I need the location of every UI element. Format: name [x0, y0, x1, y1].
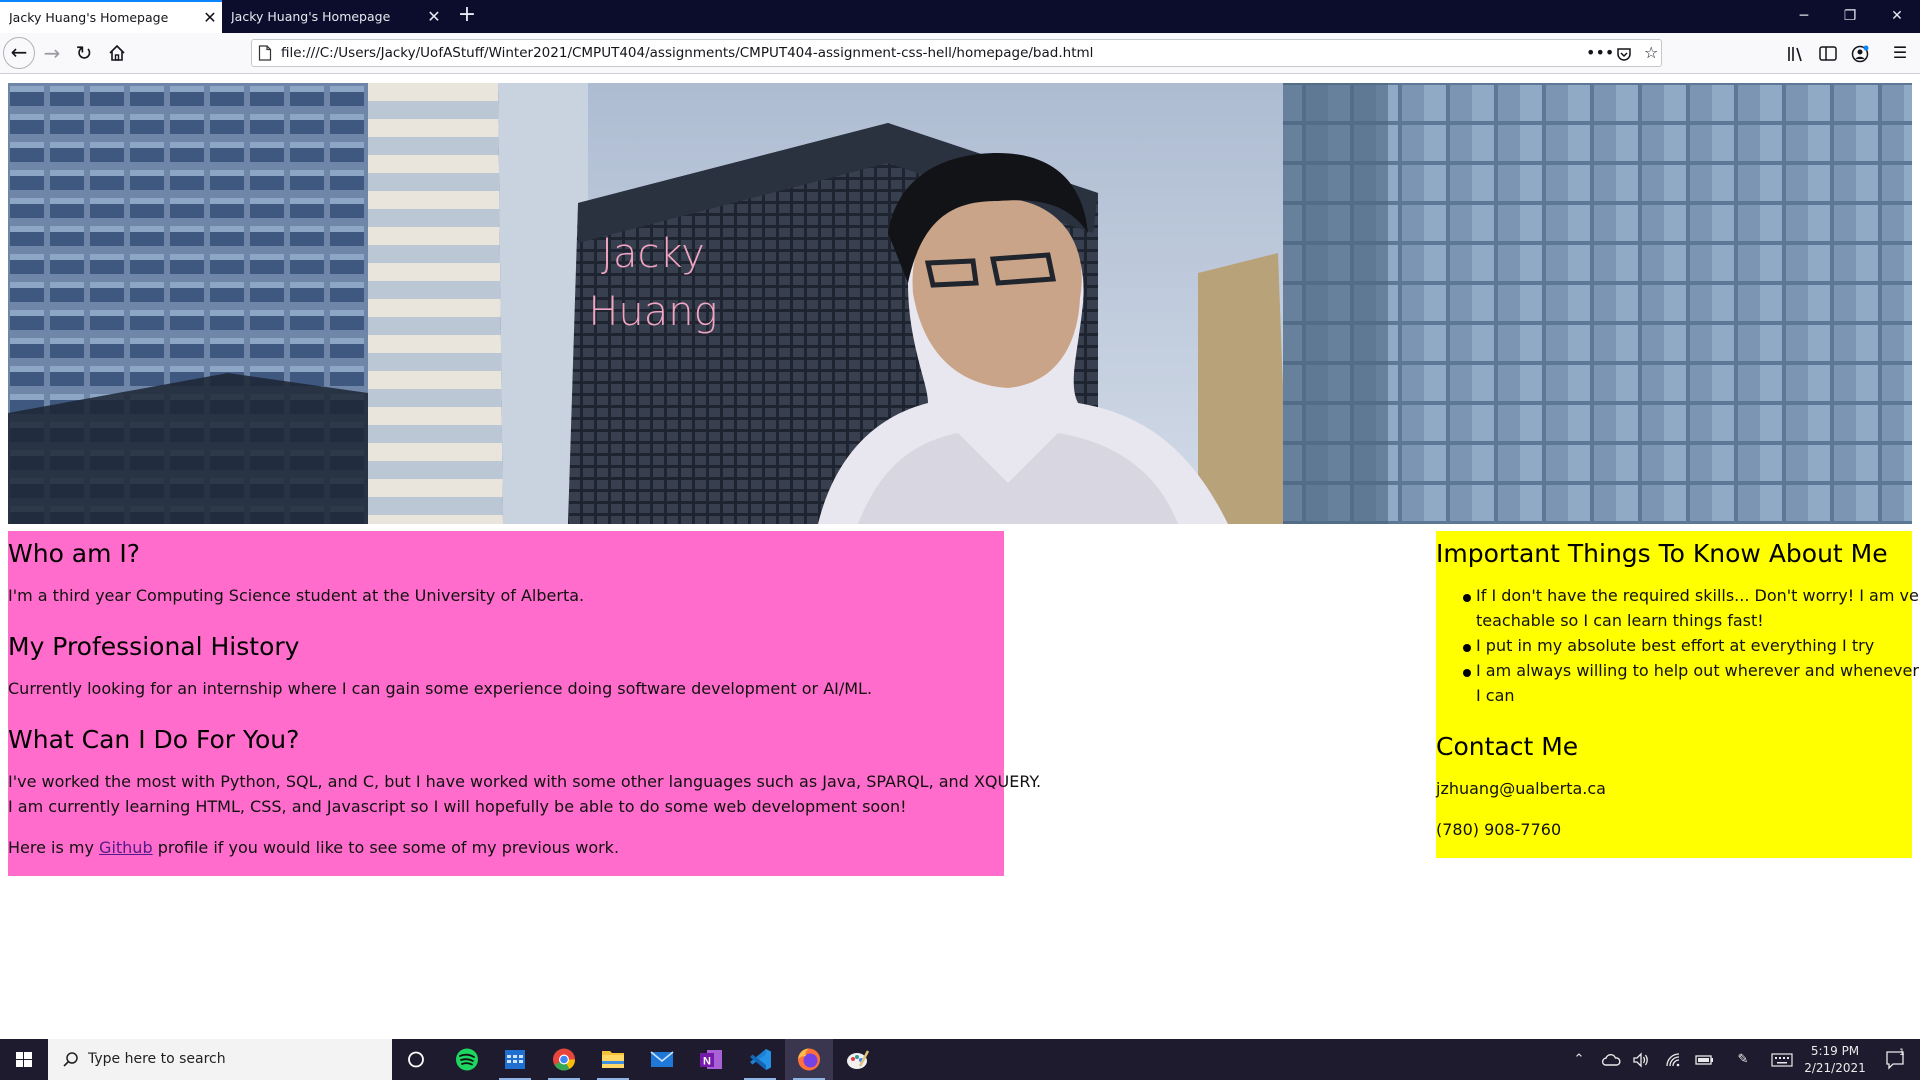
history-heading: My Professional History	[8, 632, 300, 661]
history-text: Currently looking for an internship wher…	[8, 679, 873, 698]
chrome-icon[interactable]	[540, 1039, 588, 1080]
who-heading: Who am I?	[8, 539, 141, 568]
tab-inactive[interactable]: Jacky Huang's Homepage ✕	[222, 0, 446, 33]
contact-phone: (780) 908-7760	[1436, 820, 1562, 839]
hero-name: Jacky Huang	[568, 225, 738, 341]
spotify-icon[interactable]	[443, 1039, 491, 1080]
firefox-icon[interactable]	[785, 1039, 833, 1080]
pocket-icon[interactable]	[1616, 40, 1632, 66]
notifications-icon[interactable]: 1	[1876, 1039, 1916, 1080]
clock-date: 2/21/2021	[1804, 1061, 1866, 1075]
close-tab-icon[interactable]: ✕	[422, 7, 446, 26]
account-icon[interactable]	[1845, 37, 1875, 69]
battery-icon[interactable]	[1692, 1039, 1718, 1080]
bullet-icon	[1463, 594, 1471, 602]
clock-time: 5:19 PM	[1810, 1044, 1860, 1058]
url-text[interactable]: file:///C:/Users/Jacky/UofAStuff/Winter2…	[281, 40, 1093, 66]
important-heading: Important Things To Know About Me	[1436, 539, 1888, 568]
can-do-line-1: I've worked the most with Python, SQL, a…	[8, 772, 1042, 791]
important-item-3-line-2: I can	[1476, 686, 1515, 705]
bookmark-star-icon[interactable]: ☆	[1644, 40, 1658, 66]
svg-text:N: N	[703, 1056, 711, 1068]
important-section: Important Things To Know About Me If I d…	[1436, 531, 1920, 858]
important-item-2: I put in my absolute best effort at ever…	[1476, 636, 1875, 655]
bullet-icon	[1463, 669, 1471, 677]
web-page: Jacky Huang Who am I? I'm a third year C…	[0, 74, 1920, 1038]
bullet-icon	[1463, 644, 1471, 652]
about-section: Who am I? I'm a third year Computing Sci…	[8, 531, 1041, 876]
tab-title: Jacky Huang's Homepage	[231, 9, 391, 24]
important-item-1-line-1: If I don't have the required skills... D…	[1476, 586, 1920, 605]
calendar-icon[interactable]	[491, 1039, 539, 1080]
close-tab-icon[interactable]: ✕	[198, 8, 222, 27]
taskbar-search-box[interactable]: Type here to search	[48, 1039, 392, 1080]
sidebar-icon[interactable]	[1813, 37, 1843, 69]
important-item-1-line-2: teachable so I can learn things fast!	[1476, 611, 1764, 630]
can-do-heading: What Can I Do For You?	[8, 725, 300, 754]
hero-last-name: Huang	[588, 289, 718, 335]
show-hidden-icons-icon[interactable]: ⌃	[1566, 1039, 1592, 1080]
github-link[interactable]: Github	[99, 838, 153, 857]
notification-count: 1	[1899, 1048, 1905, 1058]
file-explorer-icon[interactable]	[589, 1039, 637, 1080]
hero-first-name: Jacky	[601, 231, 705, 277]
wifi-icon[interactable]	[1660, 1039, 1686, 1080]
reload-button[interactable]: ↻	[68, 37, 100, 69]
github-paragraph: Here is my Github profile if you would l…	[8, 835, 619, 860]
tab-title: Jacky Huang's Homepage	[9, 10, 169, 25]
library-icon[interactable]	[1781, 37, 1811, 69]
can-do-line-2: I am currently learning HTML, CSS, and J…	[8, 797, 907, 816]
onedrive-icon[interactable]	[1598, 1039, 1624, 1080]
search-icon	[63, 1052, 78, 1067]
hero-banner: Jacky Huang	[8, 83, 1912, 524]
page-icon	[258, 45, 272, 61]
who-text: I'm a third year Computing Science stude…	[8, 586, 585, 605]
github-prefix: Here is my	[8, 838, 100, 857]
windows-taskbar: Type here to search N ⌃ ✎ 5:19 PM 2/21/2…	[0, 1039, 1920, 1080]
menu-icon[interactable]: ☰	[1885, 37, 1915, 69]
home-icon[interactable]	[101, 37, 133, 69]
keyboard-icon[interactable]	[1768, 1039, 1796, 1080]
browser-toolbar: ← → ↻ file:///C:/Users/Jacky/UofAStuff/W…	[0, 33, 1920, 74]
search-placeholder: Type here to search	[88, 1051, 226, 1067]
close-window-icon[interactable]: ✕	[1874, 0, 1920, 33]
back-button[interactable]: ←	[3, 37, 35, 69]
forward-button[interactable]: →	[36, 37, 68, 69]
vscode-icon[interactable]	[736, 1039, 784, 1080]
address-bar[interactable]: file:///C:/Users/Jacky/UofAStuff/Winter2…	[251, 39, 1662, 67]
page-actions-icon[interactable]: •••	[1586, 40, 1614, 66]
hero-photo	[8, 83, 1912, 524]
task-view-icon[interactable]	[392, 1039, 440, 1080]
github-suffix: profile if you would like to see some of…	[152, 838, 620, 857]
minimize-icon[interactable]: ─	[1781, 0, 1827, 33]
clock[interactable]: 5:19 PM 2/21/2021	[1795, 1043, 1875, 1077]
contact-email: jzhuang@ualberta.ca	[1436, 779, 1606, 798]
contact-heading: Contact Me	[1436, 732, 1579, 761]
volume-icon[interactable]	[1628, 1039, 1654, 1080]
restore-icon[interactable]: ❐	[1827, 0, 1873, 33]
browser-tab-strip: Jacky Huang's Homepage ✕ Jacky Huang's H…	[0, 0, 1920, 33]
important-item-3-line-1: I am always willing to help out wherever…	[1476, 661, 1919, 680]
tab-active[interactable]: Jacky Huang's Homepage ✕	[0, 0, 222, 33]
mail-icon[interactable]	[638, 1039, 686, 1080]
paint-icon[interactable]	[834, 1039, 882, 1080]
pen-icon[interactable]: ✎	[1730, 1039, 1756, 1080]
windows-start-icon[interactable]	[0, 1039, 48, 1080]
new-tab-button[interactable]: +	[455, 4, 479, 28]
onenote-icon[interactable]: N	[687, 1039, 735, 1080]
